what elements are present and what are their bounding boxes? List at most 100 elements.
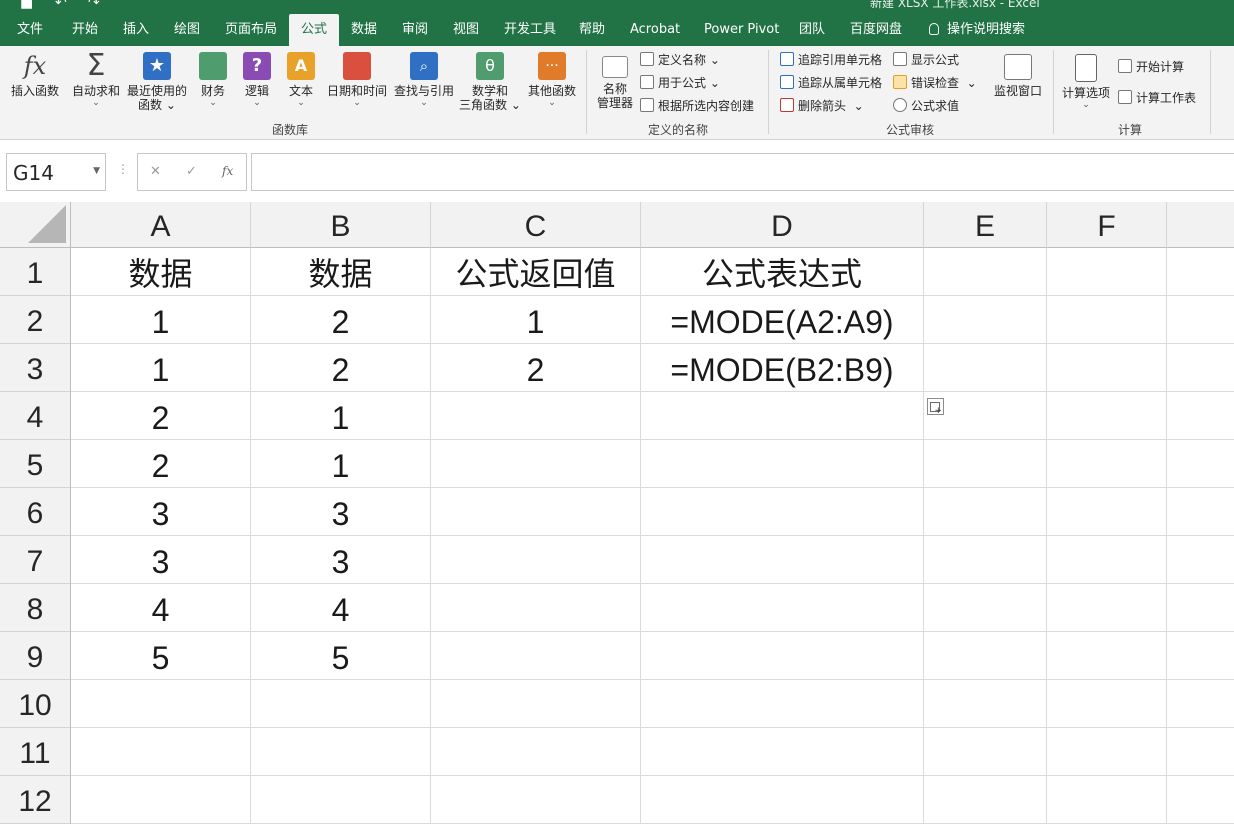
tab-file[interactable]: 文件 (17, 14, 43, 46)
save-icon[interactable]: ■ (20, 0, 33, 11)
trace-dependents-button[interactable]: 追踪从属单元格 (780, 74, 882, 92)
calc-sheet-button[interactable]: 计算工作表 (1118, 89, 1196, 107)
cell-f6[interactable] (1047, 488, 1167, 536)
tab-data[interactable]: 数据 (351, 14, 377, 46)
cell-c7[interactable] (431, 536, 641, 584)
cell-e9[interactable] (924, 632, 1047, 680)
column-header-a[interactable]: A (71, 202, 251, 248)
redo-icon[interactable]: ↷ (88, 0, 100, 11)
row-header-4[interactable]: 4 (0, 392, 71, 440)
tab-draw[interactable]: 绘图 (174, 14, 200, 46)
cell-d9[interactable] (641, 632, 924, 680)
cell-c2[interactable]: 1 (431, 296, 641, 344)
cell-f5[interactable] (1047, 440, 1167, 488)
cell-e10[interactable] (924, 680, 1047, 728)
cell-d5[interactable] (641, 440, 924, 488)
cell-f3[interactable] (1047, 344, 1167, 392)
cell-d6[interactable] (641, 488, 924, 536)
cell-c5[interactable] (431, 440, 641, 488)
name-box[interactable]: G14 ▼ (6, 153, 106, 191)
tab-team[interactable]: 团队 (799, 14, 825, 46)
cell-e8[interactable] (924, 584, 1047, 632)
show-formulas-button[interactable]: 显示公式 (893, 51, 959, 69)
cell-b9[interactable]: 5 (251, 632, 431, 680)
tab-formulas[interactable]: 公式 (289, 14, 340, 46)
create-from-selection-button[interactable]: 根据所选内容创建 (640, 97, 754, 115)
cell-f11[interactable] (1047, 728, 1167, 776)
cell-e6[interactable] (924, 488, 1047, 536)
cell-a1[interactable]: 数据 (71, 248, 251, 296)
row-header-3[interactable]: 3 (0, 344, 71, 392)
tab-acrobat[interactable]: Acrobat (630, 14, 680, 46)
row-header-1[interactable]: 1 (0, 248, 71, 296)
row-header-8[interactable]: 8 (0, 584, 71, 632)
cell-overflow[interactable] (1167, 392, 1234, 440)
insert-function-button[interactable]: fx 插入函数 (8, 52, 62, 98)
math-trig-button[interactable]: θ 数学和 三角函数 ⌄ (458, 52, 522, 112)
cell-a3[interactable]: 1 (71, 344, 251, 392)
lookup-button[interactable]: ⌕ 查找与引用 ⌄ (392, 52, 456, 108)
calc-now-button[interactable]: 开始计算 (1118, 58, 1184, 76)
cell-e5[interactable] (924, 440, 1047, 488)
column-header-b[interactable]: B (251, 202, 431, 248)
cell-f7[interactable] (1047, 536, 1167, 584)
cell-c6[interactable] (431, 488, 641, 536)
cell-overflow[interactable] (1167, 776, 1234, 824)
cell-d1[interactable]: 公式表达式 (641, 248, 924, 296)
cell-b6[interactable]: 3 (251, 488, 431, 536)
cell-overflow[interactable] (1167, 488, 1234, 536)
cell-f1[interactable] (1047, 248, 1167, 296)
cell-a12[interactable] (71, 776, 251, 824)
cell-f9[interactable] (1047, 632, 1167, 680)
cell-overflow[interactable] (1167, 728, 1234, 776)
autosum-button[interactable]: Σ 自动求和 ⌄ (70, 51, 122, 109)
formula-bar-resize-handle[interactable]: ⋮ (117, 162, 129, 176)
cell-d7[interactable] (641, 536, 924, 584)
more-functions-button[interactable]: ··· 其他函数 ⌄ (524, 52, 580, 108)
cell-b10[interactable] (251, 680, 431, 728)
cell-b4[interactable]: 1 (251, 392, 431, 440)
cell-f8[interactable] (1047, 584, 1167, 632)
enter-check-icon[interactable]: ✓ (186, 164, 197, 179)
row-header-6[interactable]: 6 (0, 488, 71, 536)
cell-f4[interactable] (1047, 392, 1167, 440)
tab-help[interactable]: 帮助 (579, 14, 605, 46)
cell-b3[interactable]: 2 (251, 344, 431, 392)
cell-e11[interactable] (924, 728, 1047, 776)
cell-overflow[interactable] (1167, 296, 1234, 344)
cell-overflow[interactable] (1167, 344, 1234, 392)
insert-function-fx-icon[interactable]: fx (222, 164, 233, 178)
cell-c1[interactable]: 公式返回值 (431, 248, 641, 296)
cell-b11[interactable] (251, 728, 431, 776)
logical-button[interactable]: ? 逻辑 ⌄ (240, 52, 274, 108)
column-header-c[interactable]: C (431, 202, 641, 248)
define-name-button[interactable]: 定义名称 ⌄ (640, 51, 720, 69)
cell-overflow[interactable] (1167, 632, 1234, 680)
cell-d3[interactable]: =MODE(B2:B9) (641, 344, 924, 392)
row-header-11[interactable]: 11 (0, 728, 71, 776)
row-header-2[interactable]: 2 (0, 296, 71, 344)
cell-b8[interactable]: 4 (251, 584, 431, 632)
cell-overflow[interactable] (1167, 440, 1234, 488)
recent-functions-button[interactable]: ★ 最近使用的 函数 ⌄ (124, 52, 190, 112)
cell-d4[interactable] (641, 392, 924, 440)
cell-e2[interactable] (924, 296, 1047, 344)
cell-overflow[interactable] (1167, 584, 1234, 632)
watch-window-button[interactable]: 监视窗口 (992, 54, 1044, 98)
cell-f2[interactable] (1047, 296, 1167, 344)
cell-d12[interactable] (641, 776, 924, 824)
select-all-button[interactable] (0, 202, 71, 248)
row-header-12[interactable]: 12 (0, 776, 71, 824)
column-header-f[interactable]: F (1047, 202, 1167, 248)
tab-view[interactable]: 视图 (453, 14, 479, 46)
cell-a6[interactable]: 3 (71, 488, 251, 536)
tab-page-layout[interactable]: 页面布局 (225, 14, 277, 46)
cell-d10[interactable] (641, 680, 924, 728)
cell-e1[interactable] (924, 248, 1047, 296)
cell-f12[interactable] (1047, 776, 1167, 824)
cell-c9[interactable] (431, 632, 641, 680)
cell-a10[interactable] (71, 680, 251, 728)
evaluate-formula-button[interactable]: 公式求值 (893, 97, 959, 115)
cell-b5[interactable]: 1 (251, 440, 431, 488)
cell-b7[interactable]: 3 (251, 536, 431, 584)
